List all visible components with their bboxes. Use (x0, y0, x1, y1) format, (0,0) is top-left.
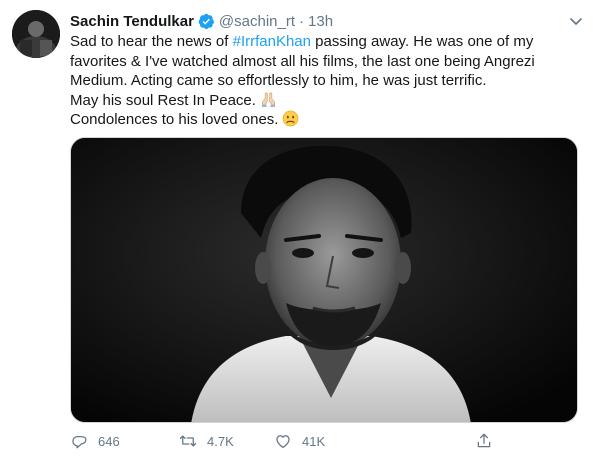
tweet-text-line-2: favorites & I've watched almost all his … (70, 52, 535, 70)
tweet-card[interactable]: Sachin Tendulkar @sachin_rt · 13h Sad to… (0, 0, 606, 458)
frowning-face-emoji (283, 110, 299, 127)
separator-dot: · (299, 12, 305, 30)
heart-icon (276, 435, 290, 449)
reply-icon (72, 436, 87, 449)
share-button[interactable] (475, 430, 503, 452)
reply-count: 646 (98, 433, 120, 449)
timestamp[interactable]: 13h (308, 13, 333, 30)
tweet-text-line-3: Medium. Acting came so effortlessly to h… (70, 72, 487, 89)
retweet-count: 4.7K (207, 433, 234, 449)
tweet-text: Sad to hear the news of #IrrfanKhan pass… (70, 32, 590, 130)
retweet-button[interactable]: 4.7K (179, 430, 234, 452)
author-name[interactable]: Sachin Tendulkar (70, 13, 194, 30)
folded-hands-emoji (261, 92, 276, 107)
tweet-photo[interactable] (70, 137, 578, 423)
tweet-text-line-4: May his soul Rest In Peace. (70, 91, 590, 111)
text-segment: Sad to hear the news of (70, 33, 233, 50)
hashtag-link[interactable]: #IrrfanKhan (233, 33, 311, 50)
reply-button[interactable]: 646 (70, 430, 120, 452)
avatar[interactable] (12, 10, 60, 58)
verified-badge-icon (198, 13, 214, 29)
text-segment: Condolences to his loved ones. (70, 111, 279, 128)
tweet-text-line-5: Condolences to his loved ones. (70, 110, 590, 130)
tweet-text-line-1: Sad to hear the news of #IrrfanKhan pass… (70, 32, 590, 52)
like-button[interactable]: 41K (274, 430, 325, 452)
text-segment: May his soul Rest In Peace. (70, 91, 256, 109)
text-segment: passing away. He was one of my (311, 33, 534, 50)
author-handle[interactable]: @sachin_rt (219, 13, 295, 30)
chevron-down-icon[interactable] (568, 13, 584, 29)
tweet-header: Sachin Tendulkar @sachin_rt · 13h (70, 11, 333, 31)
like-count: 41K (302, 433, 326, 449)
share-icon (477, 433, 491, 448)
retweet-icon (179, 435, 197, 447)
tweet-actions: 646 4.7K 41K (70, 430, 590, 452)
